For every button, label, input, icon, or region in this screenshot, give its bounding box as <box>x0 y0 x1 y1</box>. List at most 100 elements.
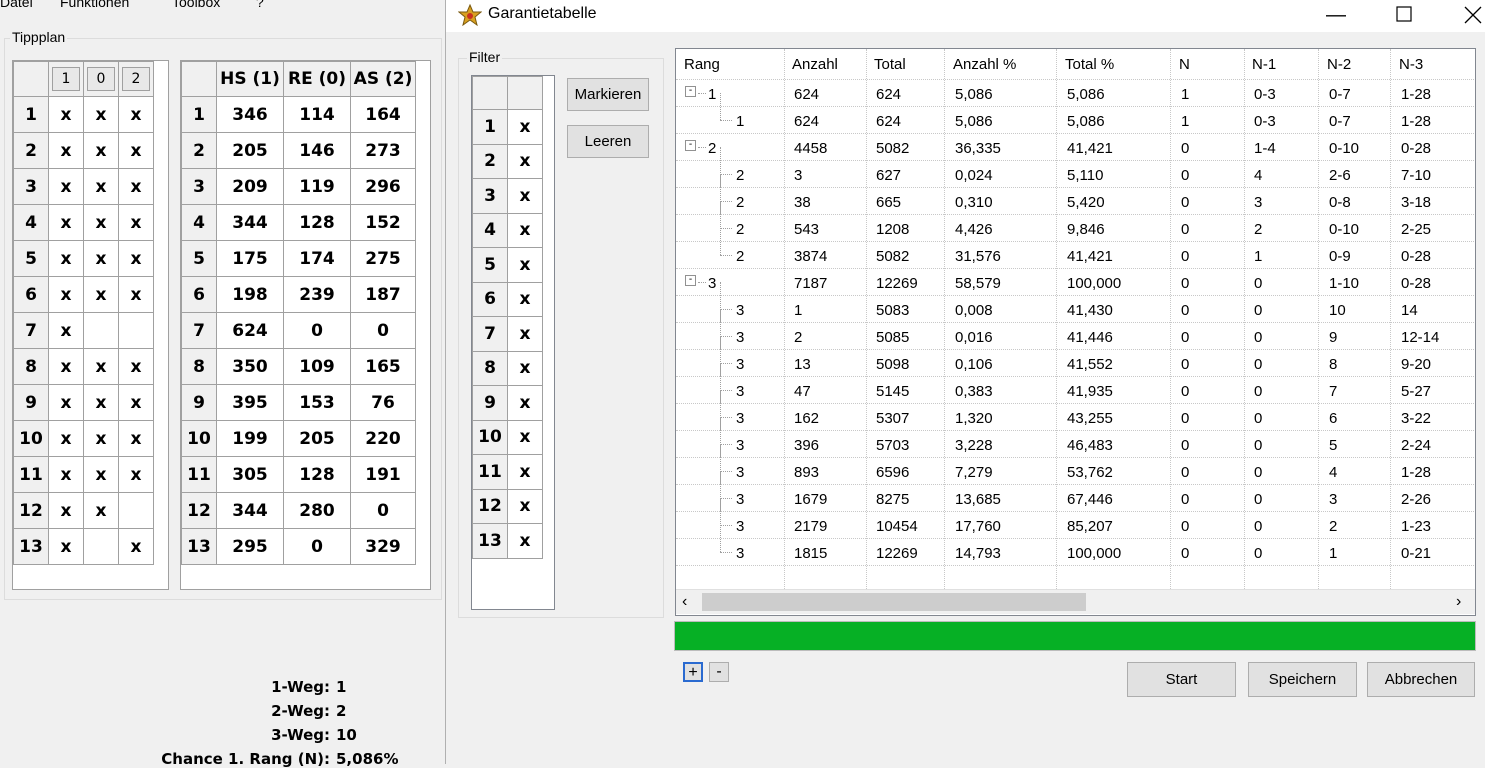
tipp-cell[interactable]: x <box>48 204 84 241</box>
close-icon[interactable] <box>1450 0 1485 32</box>
tipp-cell[interactable]: x <box>118 528 154 565</box>
tree-row[interactable]: 2 38 665 0,310 5,420 0 3 0-8 3-18 <box>676 174 1475 215</box>
column-header[interactable]: N-1 <box>1252 56 1276 73</box>
filter-cell[interactable]: x <box>507 385 543 421</box>
start-button[interactable]: Start <box>1127 662 1236 697</box>
tipp-header-button[interactable]: 2 <box>122 67 150 91</box>
filter-cell[interactable]: x <box>507 419 543 455</box>
maximize-icon[interactable] <box>1381 0 1427 32</box>
tipp-cell[interactable]: x <box>48 132 84 169</box>
filter-cell[interactable]: x <box>507 143 543 179</box>
scroll-right-icon[interactable]: › <box>1456 593 1461 611</box>
tipp-cell[interactable]: x <box>118 168 154 205</box>
horizontal-scrollbar[interactable]: ‹ › <box>676 589 1475 614</box>
tree-row[interactable]: - 2 4458 5082 36,335 41,421 0 1-4 0-10 0-28 <box>676 133 1475 161</box>
menu-toolbox[interactable]: Toolbox <box>172 0 220 10</box>
tipp-cell[interactable]: x <box>118 132 154 169</box>
collapse-toggle-icon[interactable]: - <box>685 140 696 151</box>
tree-row[interactable]: 3 1815 12269 14,793 100,000 0 0 1 0-21 <box>676 525 1475 566</box>
tipp-cell[interactable]: x <box>48 96 84 133</box>
tree-row[interactable]: 3 1679 8275 13,685 67,446 0 0 3 2-26 <box>676 471 1475 512</box>
tipp-cell[interactable]: x <box>83 348 119 385</box>
filter-cell[interactable]: x <box>507 316 543 352</box>
tipp-header-button[interactable]: 0 <box>87 67 115 91</box>
menu-funktionen[interactable]: Funktionen <box>60 0 129 10</box>
tree-row[interactable]: 3 396 5703 3,228 46,483 0 0 5 2-24 <box>676 417 1475 458</box>
column-header[interactable]: Total <box>874 56 906 73</box>
tipp-cell[interactable]: x <box>118 96 154 133</box>
column-header[interactable]: Anzahl <box>792 56 838 73</box>
tree-row[interactable]: 3 1 5083 0,008 41,430 0 0 10 14 <box>676 282 1475 323</box>
tipp-cell[interactable]: x <box>48 240 84 277</box>
tipp-cell[interactable]: x <box>83 276 119 313</box>
tipp-cell[interactable]: x <box>118 348 154 385</box>
tipp-cell[interactable]: x <box>118 204 154 241</box>
save-button[interactable]: Speichern <box>1248 662 1357 697</box>
markieren-button[interactable]: Markieren <box>567 78 649 111</box>
tipp-cell[interactable]: x <box>83 204 119 241</box>
collapse-all-button[interactable]: - <box>709 662 729 682</box>
menu-help[interactable]: ? <box>256 0 264 10</box>
tipp-cell[interactable]: x <box>83 168 119 205</box>
expand-all-button[interactable]: + <box>683 662 703 682</box>
tree-row[interactable]: 3 162 5307 1,320 43,255 0 0 6 3-22 <box>676 390 1475 431</box>
tipp-cell[interactable]: x <box>118 420 154 457</box>
tipp-cell[interactable]: x <box>118 384 154 421</box>
tipp-cell[interactable]: x <box>118 456 154 493</box>
column-header[interactable]: N-2 <box>1327 56 1351 73</box>
tree-row[interactable]: 3 2 5085 0,016 41,446 0 0 9 12-14 <box>676 309 1475 350</box>
tipp-cell[interactable]: x <box>118 276 154 313</box>
menu-datei[interactable]: Datei <box>0 0 33 10</box>
column-header[interactable]: Anzahl % <box>953 56 1016 73</box>
tipp-cell[interactable]: x <box>83 96 119 133</box>
tree-row[interactable]: 2 3 627 0,024 5,110 0 4 2-6 7-10 <box>676 147 1475 188</box>
collapse-toggle-icon[interactable]: - <box>685 275 696 286</box>
filter-cell[interactable]: x <box>507 212 543 248</box>
tipp-cell[interactable]: x <box>48 528 84 565</box>
filter-cell[interactable]: x <box>507 488 543 524</box>
tree-row[interactable]: 3 13 5098 0,106 41,552 0 0 8 9-20 <box>676 336 1475 377</box>
filter-cell[interactable]: x <box>507 178 543 214</box>
column-header[interactable]: N-3 <box>1399 56 1423 73</box>
tipp-cell[interactable] <box>118 312 154 349</box>
column-header[interactable]: Rang <box>684 56 720 73</box>
tipp-header-button[interactable]: 1 <box>52 67 80 91</box>
tipp-cell[interactable]: x <box>48 456 84 493</box>
tipp-cell[interactable]: x <box>48 312 84 349</box>
tipp-cell[interactable]: x <box>83 492 119 529</box>
filter-cell[interactable]: x <box>507 523 543 559</box>
filter-cell[interactable]: x <box>507 350 543 386</box>
tipp-cell[interactable]: x <box>48 276 84 313</box>
collapse-toggle-icon[interactable]: - <box>685 86 696 97</box>
tipp-cell[interactable] <box>83 312 119 349</box>
tipp-cell[interactable]: x <box>48 348 84 385</box>
filter-cell[interactable]: x <box>507 247 543 283</box>
tipp-cell[interactable] <box>118 492 154 529</box>
tipp-cell[interactable]: x <box>48 420 84 457</box>
tree-row[interactable]: 3 47 5145 0,383 41,935 0 0 7 5-27 <box>676 363 1475 404</box>
tipp-cell[interactable]: x <box>48 168 84 205</box>
tipp-cell[interactable]: x <box>83 420 119 457</box>
tree-row[interactable]: - 3 7187 12269 58,579 100,000 0 0 1-10 0-28 <box>676 268 1475 296</box>
tree-row[interactable]: 2 3874 5082 31,576 41,421 0 1 0-9 0-28 <box>676 228 1475 269</box>
filter-cell[interactable]: x <box>507 454 543 490</box>
leeren-button[interactable]: Leeren <box>567 125 649 158</box>
scroll-left-icon[interactable]: ‹ <box>682 593 687 611</box>
tipp-cell[interactable]: x <box>48 384 84 421</box>
tipp-cell[interactable]: x <box>48 492 84 529</box>
tipp-cell[interactable]: x <box>118 240 154 277</box>
tipp-cell[interactable]: x <box>83 384 119 421</box>
filter-cell[interactable]: x <box>507 281 543 317</box>
column-header[interactable]: Total % <box>1065 56 1114 73</box>
tipp-cell[interactable]: x <box>83 132 119 169</box>
filter-cell[interactable]: x <box>507 109 543 145</box>
minimize-icon[interactable]: — <box>1313 0 1359 32</box>
tree-row[interactable]: 3 893 6596 7,279 53,762 0 0 4 1-28 <box>676 444 1475 485</box>
tipp-cell[interactable] <box>83 528 119 565</box>
tree-row[interactable]: - 1 624 624 5,086 5,086 1 0-3 0-7 1-28 <box>676 79 1475 107</box>
tipp-cell[interactable]: x <box>83 240 119 277</box>
tree-row[interactable]: 3 2179 10454 17,760 85,207 0 0 2 1-23 <box>676 498 1475 539</box>
tipp-cell[interactable]: x <box>83 456 119 493</box>
column-header[interactable]: N <box>1179 56 1190 73</box>
tree-row[interactable]: 2 543 1208 4,426 9,846 0 2 0-10 2-25 <box>676 201 1475 242</box>
